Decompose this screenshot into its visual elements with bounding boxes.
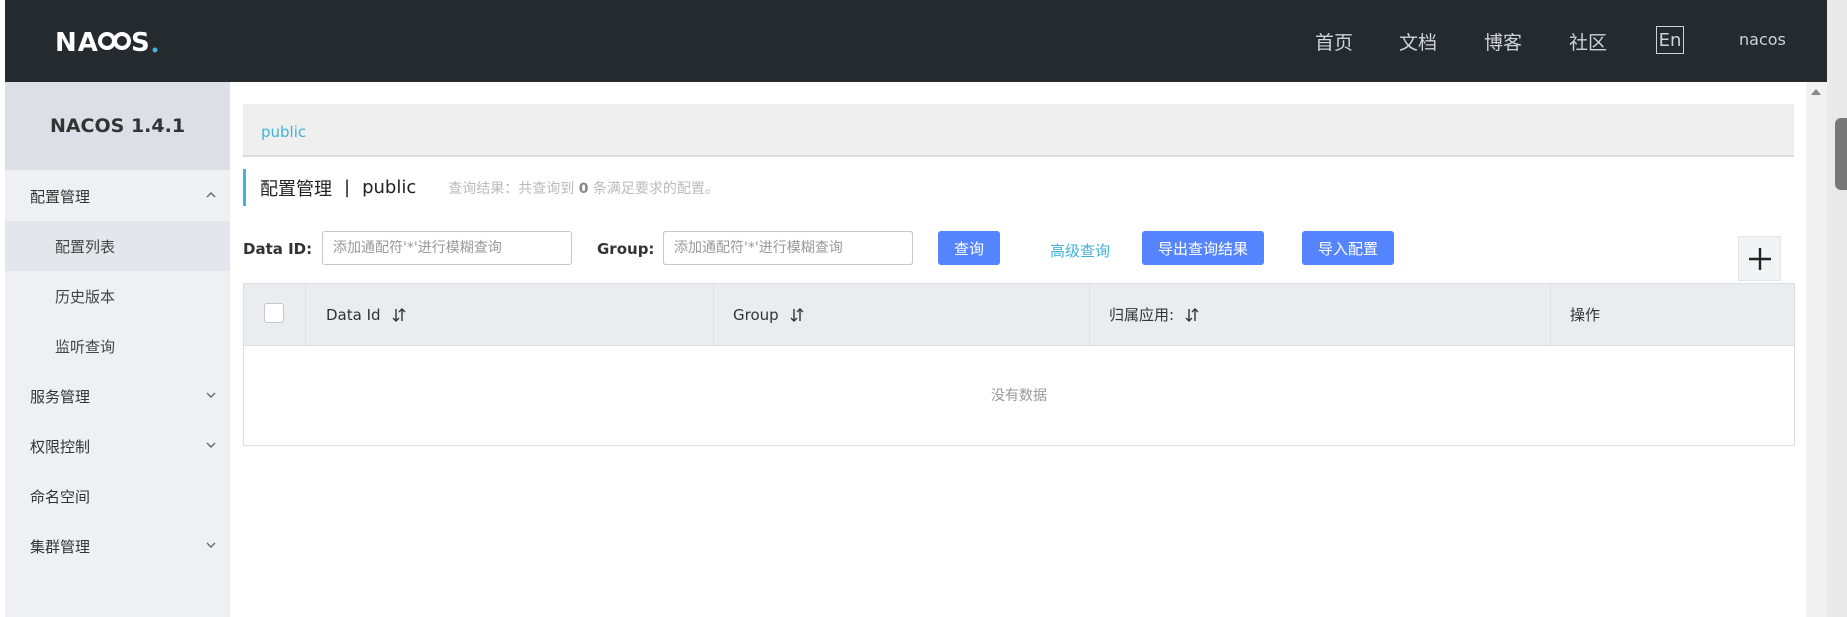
config-table: Data Id Group 归属应用: 操作 没有数据 <box>243 283 1795 446</box>
column-label: 归属应用: <box>1109 306 1175 324</box>
sort-icon[interactable] <box>1184 307 1200 323</box>
user-menu[interactable]: nacos <box>1739 30 1786 49</box>
sort-icon[interactable] <box>391 307 407 323</box>
language-toggle-button[interactable]: En <box>1656 26 1684 54</box>
advanced-query-link[interactable]: 高级查询 <box>1050 240 1110 261</box>
column-label: Group <box>733 305 779 324</box>
column-header-actions: 操作 <box>1570 284 1600 345</box>
menu-service-management[interactable]: 服务管理 <box>5 371 230 421</box>
column-header-app: 归属应用: <box>1109 284 1200 345</box>
query-result-summary: 查询结果：共查询到 0 条满足要求的配置。 <box>448 178 719 198</box>
column-label: 操作 <box>1570 306 1601 324</box>
top-navbar: NA S 首页 文档 博客 社区 En nacos <box>5 0 1827 82</box>
chevron-down-icon <box>206 392 216 398</box>
page-title-text: 配置管理 <box>260 178 332 200</box>
submenu-label: 历史版本 <box>55 287 116 306</box>
dataid-search-input[interactable] <box>322 231 572 265</box>
nacos-logo[interactable]: NA S <box>55 23 165 59</box>
group-label: Group: <box>597 240 655 258</box>
add-config-button[interactable] <box>1738 236 1781 281</box>
nav-community[interactable]: 社区 <box>1569 28 1607 55</box>
column-header-group: Group <box>733 284 805 345</box>
menu-access-control[interactable]: 权限控制 <box>5 421 230 471</box>
result-suffix: 条满足要求的配置。 <box>592 180 719 197</box>
svg-text:S: S <box>131 28 150 58</box>
namespace-bar: public <box>243 104 1794 157</box>
window-edge-strip <box>1827 0 1847 617</box>
menu-label: 服务管理 <box>30 387 91 406</box>
table-header: Data Id Group 归属应用: 操作 <box>244 284 1794 346</box>
chevron-down-icon <box>206 442 216 448</box>
menu-label: 集群管理 <box>30 537 91 556</box>
namespace-public-link[interactable]: public <box>261 123 306 141</box>
submenu-label: 配置列表 <box>55 237 116 256</box>
menu-namespace[interactable]: 命名空间 <box>5 471 230 521</box>
sidebar-item-history[interactable]: 历史版本 <box>5 271 230 321</box>
menu-label: 命名空间 <box>30 487 91 506</box>
sidebar-item-listener-query[interactable]: 监听查询 <box>5 321 230 371</box>
column-header-dataid: Data Id <box>326 284 407 345</box>
group-search-input[interactable] <box>663 231 913 265</box>
query-button[interactable]: 查询 <box>938 231 1000 265</box>
sidebar-item-config-list[interactable]: 配置列表 <box>5 221 230 271</box>
menu-label: 权限控制 <box>30 437 91 456</box>
column-label: Data Id <box>326 305 381 324</box>
submenu-label: 监听查询 <box>55 337 116 356</box>
main-vertical-scrollbar[interactable] <box>1806 82 1827 617</box>
plus-icon <box>1748 247 1771 270</box>
nav-blog[interactable]: 博客 <box>1484 28 1522 55</box>
menu-config-management[interactable]: 配置管理 <box>5 171 230 221</box>
version-label: NACOS 1.4.1 <box>5 82 230 170</box>
empty-state-text: 没有数据 <box>991 388 1047 404</box>
sort-icon[interactable] <box>789 307 805 323</box>
sidebar: NACOS 1.4.1 配置管理 配置列表 历史版本 监听查询 服务管理 权限控… <box>5 82 230 617</box>
result-count: 0 <box>578 180 589 197</box>
chevron-up-icon <box>206 192 216 198</box>
page-title-namespace: public <box>362 177 417 198</box>
chevron-down-icon <box>206 542 216 548</box>
window-scroll-thumb[interactable] <box>1835 118 1847 190</box>
nav-home[interactable]: 首页 <box>1315 28 1353 55</box>
result-prefix: 查询结果：共查询到 <box>448 180 575 197</box>
page-title: 配置管理 | public 查询结果：共查询到 0 条满足要求的配置。 <box>243 169 719 206</box>
import-config-button[interactable]: 导入配置 <box>1302 231 1394 265</box>
select-all-checkbox[interactable] <box>264 303 284 323</box>
nav-docs[interactable]: 文档 <box>1399 28 1437 55</box>
svg-text:NA: NA <box>55 28 99 58</box>
dataid-label: Data ID: <box>243 240 313 258</box>
menu-label: 配置管理 <box>30 187 91 206</box>
export-results-button[interactable]: 导出查询结果 <box>1142 231 1264 265</box>
menu-cluster-management[interactable]: 集群管理 <box>5 521 230 571</box>
title-separator: | <box>344 177 351 198</box>
scroll-up-arrow-icon[interactable] <box>1811 89 1821 95</box>
